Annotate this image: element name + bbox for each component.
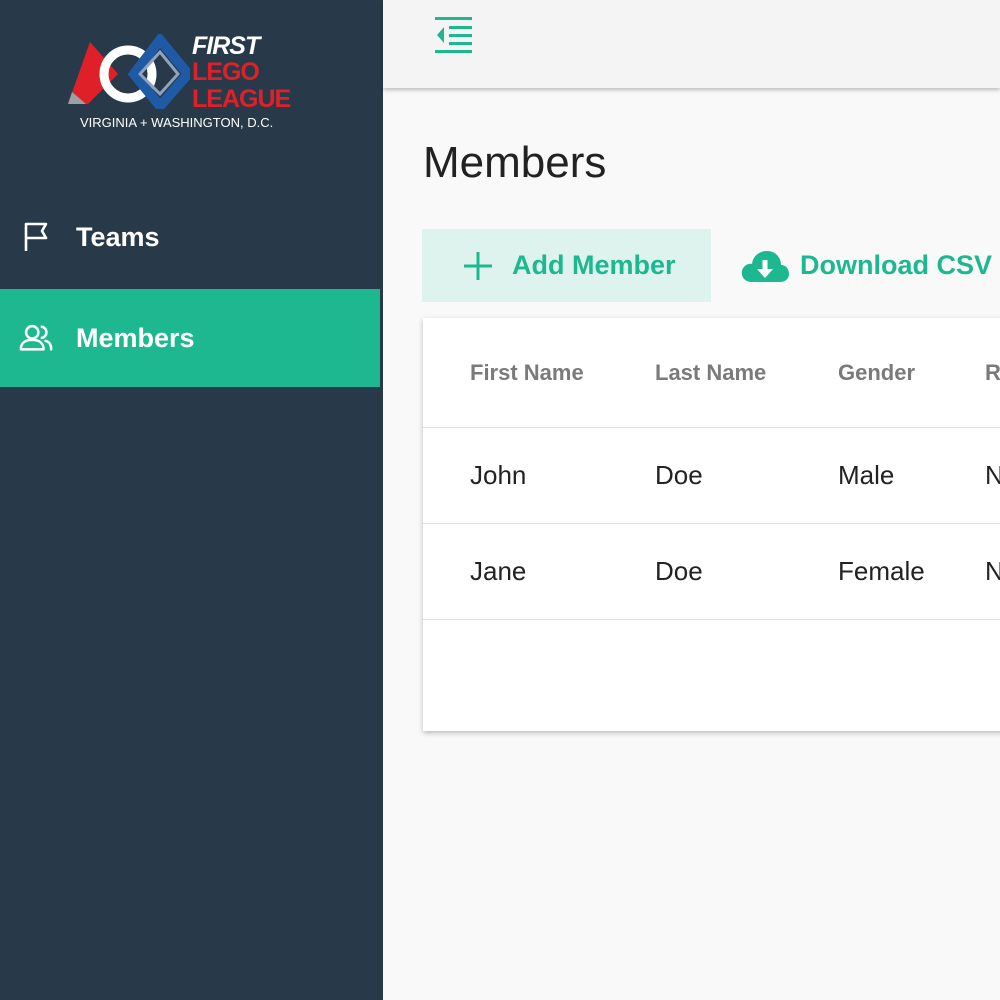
cloud-download-icon xyxy=(741,250,789,282)
cell-last-name: Doe xyxy=(655,556,703,586)
download-csv-label: Download CSV xyxy=(800,250,993,280)
cell-last-name: Doe xyxy=(655,460,703,490)
table-row[interactable]: John Doe Male N xyxy=(423,428,1000,524)
add-member-label: Add Member xyxy=(512,250,676,280)
sidebar-item-members[interactable]: Members xyxy=(0,289,380,387)
cell-first-name: John xyxy=(470,460,527,490)
add-member-button[interactable]: Add Member xyxy=(422,229,711,302)
download-csv-button[interactable]: Download CSV xyxy=(740,229,1000,302)
cell-first-name: Jane xyxy=(470,556,527,586)
logo-region-text: VIRGINIA + WASHINGTON, D.C. xyxy=(80,115,274,130)
sidebar-item-label: Teams xyxy=(76,221,160,252)
sidebar-item-teams[interactable]: Teams xyxy=(0,188,380,286)
logo: FIRST LEGO LEAGUE VIRGINIA + WASHINGTON,… xyxy=(60,32,310,137)
cell-truncated: N xyxy=(985,460,1000,490)
sidebar: FIRST LEGO LEAGUE VIRGINIA + WASHINGTON,… xyxy=(0,0,383,1000)
topbar xyxy=(383,0,1000,88)
users-icon xyxy=(18,320,54,356)
collapse-menu-button[interactable] xyxy=(433,14,475,56)
column-header-gender[interactable]: Gender xyxy=(838,318,915,427)
members-table: First Name Last Name Gender R John Doe M… xyxy=(423,318,1000,731)
cell-gender: Female xyxy=(838,556,925,586)
page-title: Members xyxy=(423,138,607,187)
plus-icon xyxy=(464,251,492,280)
app: FIRST LEGO LEAGUE VIRGINIA + WASHINGTON,… xyxy=(0,0,1000,1000)
cell-gender: Male xyxy=(838,460,895,490)
first-logo-icon xyxy=(68,34,190,109)
flag-icon xyxy=(18,219,54,255)
logo-lego-text: LEGO xyxy=(192,58,260,86)
column-header-first-name[interactable]: First Name xyxy=(470,318,584,427)
column-header-truncated[interactable]: R xyxy=(985,318,1000,427)
column-header-last-name[interactable]: Last Name xyxy=(655,318,766,427)
table-header-row: First Name Last Name Gender R xyxy=(423,318,1000,428)
collapse-menu-icon xyxy=(435,17,472,53)
logo-league-text: LEAGUE xyxy=(192,85,291,113)
logo-first-text: FIRST xyxy=(192,32,260,60)
sidebar-item-label: Members xyxy=(76,322,195,353)
cell-truncated: N xyxy=(985,556,1000,586)
table-row[interactable]: Jane Doe Female N xyxy=(423,524,1000,620)
